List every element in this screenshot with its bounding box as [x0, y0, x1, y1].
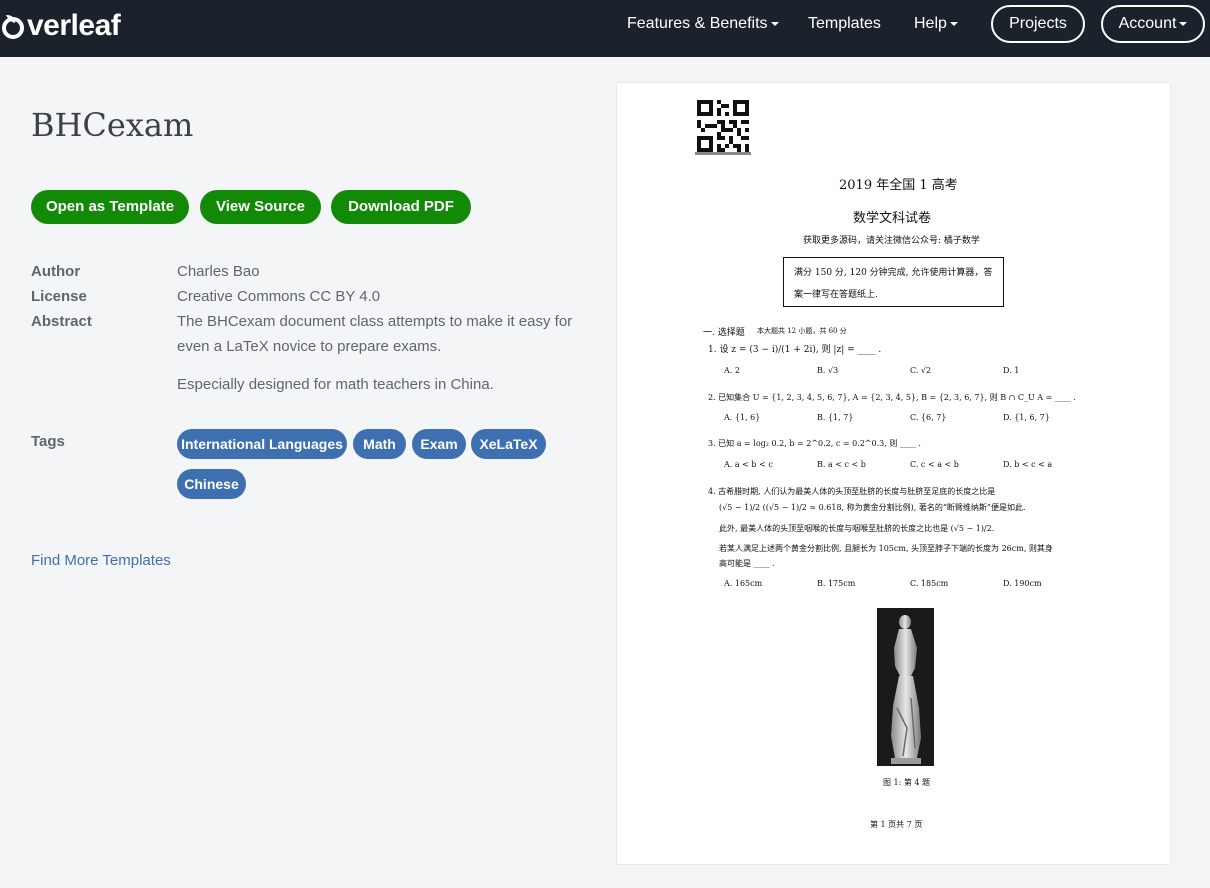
nav-help-label: Help [914, 15, 947, 32]
view-source-button[interactable]: View Source [200, 190, 321, 224]
nav-templates-link[interactable]: Templates [808, 14, 881, 34]
pdf-section-title: 一. 选择题 [703, 328, 745, 338]
pdf-page-footer: 第 1 页共 7 页 [870, 820, 923, 829]
pdf-question-4-line-3: 此外, 最美人体的头顶至咽喉的长度与咽喉至肚脐的长度之比也是 (√5 − 1)/… [719, 524, 995, 533]
pdf-q1-option-d: D. 1 [1003, 366, 1020, 375]
download-pdf-button[interactable]: Download PDF [331, 190, 471, 224]
pdf-preview[interactable]: 2019 年全国 1 高考 数学文科试卷 获取更多源码，请关注微信公众号: 橘子… [617, 83, 1170, 864]
pdf-heading: 2019 年全国 1 高考 [839, 178, 958, 193]
pdf-q2-option-b: B. {1, 7} [817, 413, 854, 422]
pdf-q3-option-c: C. c < a < b [910, 460, 959, 469]
pdf-q1-option-c: C. √2 [910, 366, 932, 375]
pdf-q3-option-a: A. a < b < c [724, 460, 773, 469]
author-value: Charles Bao [177, 263, 260, 280]
qr-code-icon [697, 100, 749, 152]
tag-xelatex[interactable]: XeLaTeX [471, 429, 546, 459]
pdf-q3-option-d: D. b < c < a [1003, 460, 1053, 469]
pdf-q4-option-a: A. 165cm [724, 579, 763, 588]
caret-down-icon [1179, 21, 1188, 26]
pdf-notice-line-1: 满分 150 分, 120 分钟完成, 允许使用计算器，答 [794, 268, 993, 278]
tag-math[interactable]: Math [353, 429, 406, 459]
tag-international-languages[interactable]: International Languages [177, 429, 347, 459]
caret-down-icon [770, 21, 779, 26]
pdf-section-note: 本大题共 12 小题，共 60 分 [757, 327, 847, 335]
nav-features-label: Features & Benefits [627, 15, 768, 32]
tags-label: Tags [31, 433, 65, 450]
nav-account-label: Account [1118, 15, 1177, 32]
pdf-subheading: 数学文科试卷 [853, 211, 932, 226]
pdf-q2-option-d: D. {1, 6, 7} [1003, 413, 1050, 422]
tag-exam[interactable]: Exam [412, 429, 466, 459]
venus-statue-image [877, 608, 934, 766]
pdf-notice-line-2: 案一律写在答题纸上. [794, 290, 878, 300]
logo-text: verleaf [27, 9, 121, 42]
qr-caption [695, 152, 751, 155]
pdf-question-1: 1. 设 z = (3 − i)/(1 + 2i), 则 |z| = ____ … [708, 345, 882, 355]
author-label: Author [31, 263, 81, 280]
caret-down-icon [949, 21, 958, 26]
find-more-templates-link[interactable]: Find More Templates [31, 552, 171, 569]
license-label: License [31, 288, 87, 305]
pdf-question-3: 3. 已知 a = log₂ 0.2, b = 2^0.2, c = 0.2^0… [708, 439, 921, 448]
tag-chinese[interactable]: Chinese [177, 469, 246, 499]
pdf-q2-option-c: C. {6, 7} [910, 413, 947, 422]
pdf-q1-option-b: B. √3 [817, 366, 839, 375]
pdf-question-2: 2. 已知集合 U = {1, 2, 3, 4, 5, 6, 7}, A = {… [708, 393, 1076, 402]
pdf-figure-caption: 图 1: 第 4 题 [883, 778, 931, 787]
license-value: Creative Commons CC BY 4.0 [177, 288, 381, 305]
nav-projects-button[interactable]: Projects [991, 5, 1085, 43]
nav-help-dropdown[interactable]: Help [914, 14, 958, 34]
pdf-q4-option-c: C. 185cm [910, 579, 949, 588]
pdf-q1-option-a: A. 2 [724, 366, 740, 375]
pdf-q3-option-b: B. a < c < b [817, 460, 866, 469]
abstract-text: The BHCexam document class attempts to m… [177, 313, 573, 355]
top-navbar: verleaf Features & Benefits Templates He… [0, 0, 1210, 57]
page-title: BHCexam [31, 106, 194, 144]
open-as-template-button[interactable]: Open as Template [31, 190, 189, 224]
nav-features-dropdown[interactable]: Features & Benefits [627, 14, 779, 34]
pdf-source-line: 获取更多源码，请关注微信公众号: 橘子数学 [803, 236, 980, 246]
overleaf-logo[interactable]: verleaf [0, 6, 121, 46]
pdf-question-4-line-2: (√5 − 1)/2 ((√5 − 1)/2 ≈ 0.618, 称为黄金分割比例… [719, 503, 1026, 512]
abstract-label: Abstract [31, 313, 92, 330]
nav-account-dropdown[interactable]: Account [1101, 5, 1205, 43]
pdf-q4-option-d: D. 190cm [1003, 579, 1042, 588]
pdf-question-4-line-5: 高可能是 ____ . [719, 559, 775, 568]
pdf-q4-option-b: B. 175cm [817, 579, 856, 588]
pdf-question-4-line-4: 若某人满足上述两个黄金分割比例, 且腿长为 105cm, 头顶至脖子下端的长度为… [719, 544, 1053, 553]
pdf-q2-option-a: A. {1, 6} [724, 413, 761, 422]
pdf-question-4-line-1: 4. 古希腊时期, 人们认为最美人体的头顶至肚脐的长度与肚脐至足底的长度之比是 [708, 487, 996, 496]
overleaf-leaf-icon [0, 13, 26, 39]
abstract-text-2: Especially designed for math teachers in… [177, 376, 494, 393]
pdf-notice-box: 满分 150 分, 120 分钟完成, 允许使用计算器，答 案一律写在答题纸上. [783, 257, 1004, 307]
